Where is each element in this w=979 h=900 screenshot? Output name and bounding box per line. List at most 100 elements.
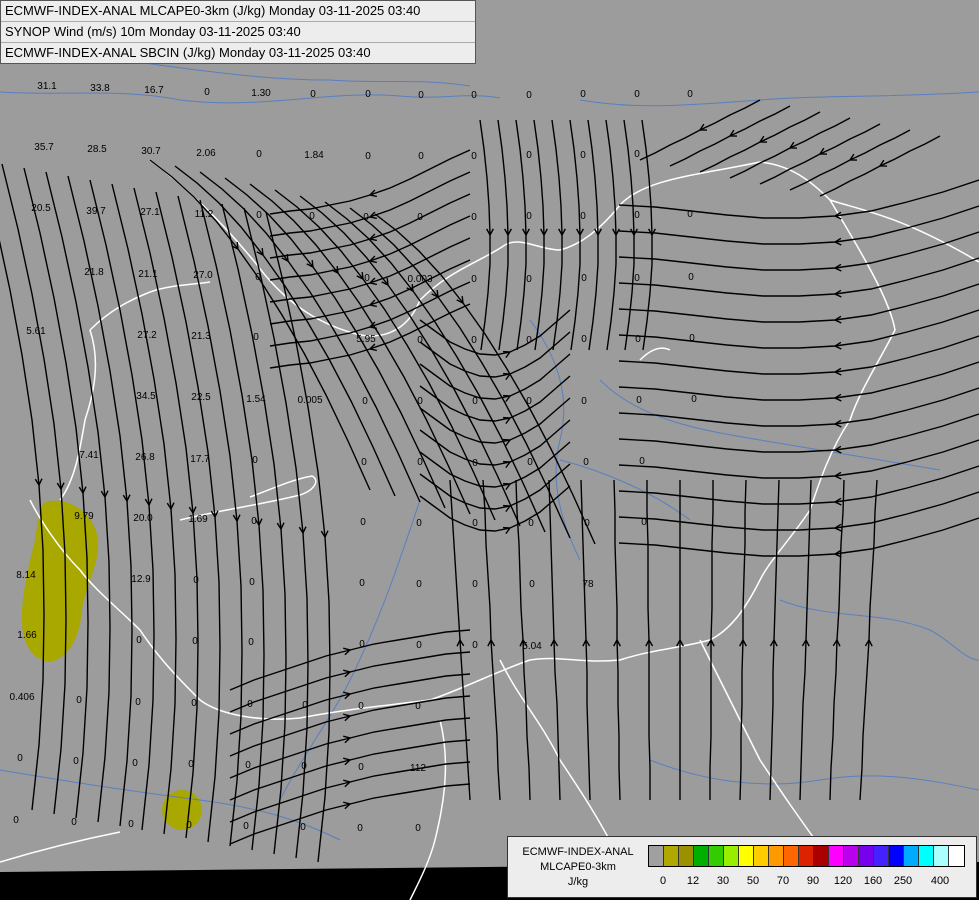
grid-value: 0 [417,212,423,223]
grid-value: 12.9 [131,574,151,585]
grid-value: 0.406 [9,692,34,703]
grid-value: 5.04 [522,641,542,652]
title-mlcape: ECMWF-INDEX-ANAL MLCAPE0-3km (J/kg) Mond… [1,1,475,22]
legend-tick: 120 [833,875,853,887]
grid-value: 0 [256,210,262,221]
grid-value: 0 [472,396,478,407]
legend-swatch [784,846,799,866]
grid-value: 21.1 [138,269,158,280]
grid-value: 0 [634,210,640,221]
grid-value: 0 [358,701,364,712]
grid-value: 21.8 [84,267,104,278]
legend-swatch [694,846,709,866]
grid-value: 0 [581,273,587,284]
grid-value: 1.69 [188,514,208,525]
legend-swatch [649,846,664,866]
grid-value: 0 [361,457,367,468]
grid-value: 0 [357,823,363,834]
grid-value: 0 [192,636,198,647]
legend-swatch [889,846,904,866]
grid-value: 1.30 [251,88,271,99]
grid-value: 0 [472,518,478,529]
legend-swatch [739,846,754,866]
grid-value: 0 [580,211,586,222]
grid-value: 0 [639,456,645,467]
grid-value: 27.0 [193,270,213,281]
grid-value: 0 [526,90,532,101]
grid-value: 0 [471,151,477,162]
grid-value: 0 [418,90,424,101]
grid-value: 0 [687,89,693,100]
grid-value: 0 [186,820,192,831]
grid-value: 0 [691,394,697,405]
grid-value: 27.2 [137,330,157,341]
grid-value: 0 [580,89,586,100]
grid-value: 0 [580,150,586,161]
grid-value: 0.003 [407,274,432,285]
legend-swatch [904,846,919,866]
grid-value: 0 [472,579,478,590]
grid-value: 0 [471,335,477,346]
grid-value: 0 [527,457,533,468]
grid-value: 0 [17,753,23,764]
grid-value: 0 [416,579,422,590]
grid-value: 0 [415,701,421,712]
legend-swatch [874,846,889,866]
legend-swatch [724,846,739,866]
legend-tick: 400 [930,875,950,887]
grid-value: 34.5 [136,391,156,402]
legend-tick: 50 [746,875,760,887]
grid-value: 0 [689,333,695,344]
grid-value: 21.3 [191,331,211,342]
grid-value: 0 [584,518,590,529]
grid-value: 0 [416,518,422,529]
grid-value: 0 [363,212,369,223]
grid-value: 0 [529,579,535,590]
grid-value: 0 [362,396,368,407]
legend-tick-labels: 0 12 30 50 70 90 120 160 250 400 [648,875,968,891]
grid-value: 5.61 [26,326,46,337]
legend-swatch [769,846,784,866]
grid-value: 0 [255,272,261,283]
grid-value: 0 [581,334,587,345]
grid-value: 0 [301,761,307,772]
grid-value: 0 [249,577,255,588]
grid-value: 0 [634,149,640,160]
grid-value: 0 [528,518,534,529]
legend-swatch [709,846,724,866]
grid-value: 0 [256,149,262,160]
grid-value: 0 [136,635,142,646]
grid-value: 33.8 [90,83,110,94]
legend-tick: 250 [893,875,913,887]
grid-value: 9.79 [74,511,94,522]
grid-value: 0 [417,457,423,468]
legend-tick: 30 [716,875,730,887]
grid-value: 0 [73,756,79,767]
title-box: ECMWF-INDEX-ANAL MLCAPE0-3km (J/kg) Mond… [0,0,476,64]
grid-value: 0 [248,637,254,648]
legend-tick: 90 [806,875,820,887]
grid-value: 0 [360,517,366,528]
legend-swatch [844,846,859,866]
grid-value: 39.7 [86,206,106,217]
grid-value: 7.41 [79,450,99,461]
legend-swatch [919,846,934,866]
grid-value: 0 [415,823,421,834]
grid-value: 0 [128,819,134,830]
grid-value: 0 [365,89,371,100]
grid-value: 0 [365,151,371,162]
grid-value: 78 [582,579,594,590]
grid-value: 27.1 [140,207,160,218]
grid-value: 0 [526,211,532,222]
legend-swatch [814,846,829,866]
grid-value: 0 [188,759,194,770]
legend-swatch [934,846,949,866]
grid-value: 112 [410,763,426,774]
grid-value: 0 [526,396,532,407]
grid-value: 0 [472,640,478,651]
grid-value: 28.5 [87,144,107,155]
grid-value: 0 [581,396,587,407]
legend-parameter: MLCAPE0-3km [540,861,616,873]
grid-value: 0 [417,396,423,407]
grid-value: 0 [526,150,532,161]
